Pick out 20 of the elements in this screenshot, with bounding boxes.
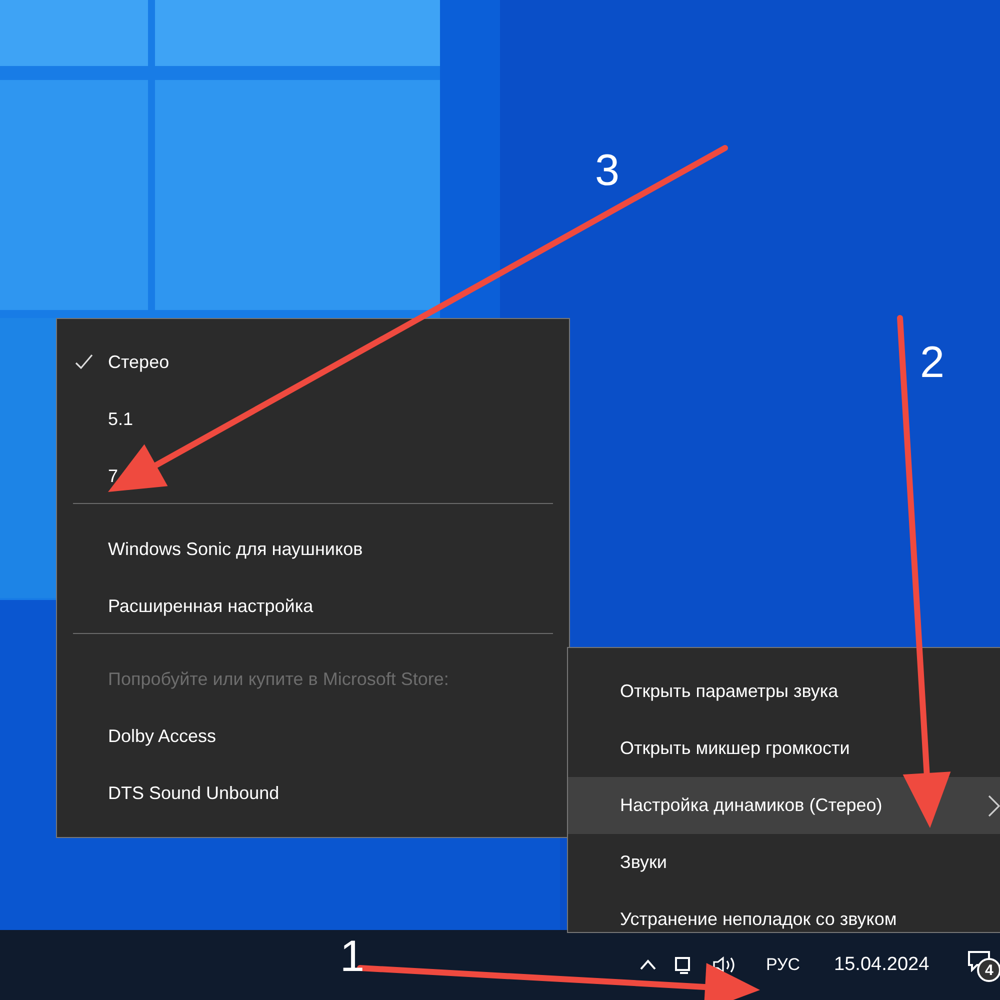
menu-item[interactable]: Устранение неполадок со звуком (568, 891, 1000, 948)
menu-item[interactable]: Windows Sonic для наушников (57, 521, 569, 578)
menu-item[interactable]: Открыть микшер громкости (568, 720, 1000, 777)
language-indicator[interactable]: РУС (766, 955, 800, 975)
caret-icon[interactable] (640, 959, 656, 971)
step-number: 1 (340, 932, 364, 982)
notification-count: 4 (977, 958, 1000, 982)
menu-item[interactable]: Звуки (568, 834, 1000, 891)
menu-item[interactable]: 7 (57, 448, 569, 505)
menu-item[interactable]: Расширенная настройка (57, 578, 569, 635)
menu-item[interactable]: Dolby Access (57, 708, 569, 765)
menu-item[interactable]: Стерео (57, 334, 569, 391)
menu-item: Попробуйте или купите в Microsoft Store: (107, 668, 450, 691)
step-number: 2 (920, 338, 944, 388)
step-number: 3 (595, 146, 620, 196)
menu-item[interactable]: Открыть параметры звука (568, 663, 1000, 720)
date-text[interactable]: 15.04.2024 (834, 954, 930, 976)
menu-item[interactable]: DTS Sound Unbound (57, 765, 569, 822)
menu-item[interactable]: Настройка динамиков (Стерео) (568, 777, 1000, 834)
menu-item[interactable]: 5.1 (57, 391, 569, 448)
